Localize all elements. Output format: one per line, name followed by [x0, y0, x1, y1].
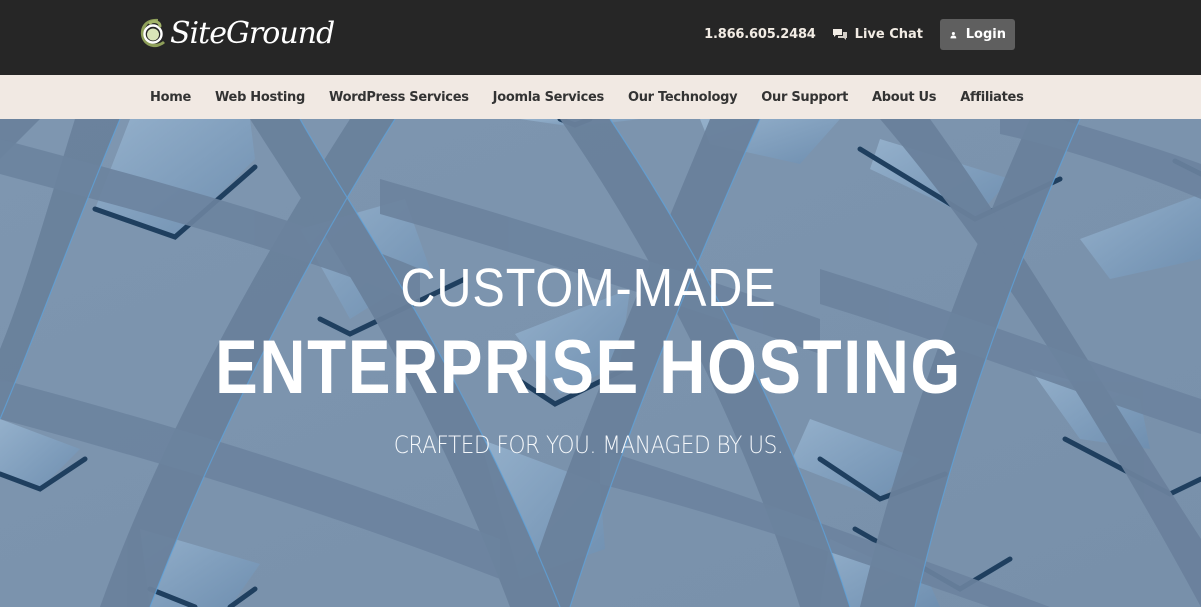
nav-item-about-us[interactable]: About Us: [872, 90, 936, 105]
nav-menu: Home Web Hosting WordPress Services Joom…: [150, 75, 1048, 119]
hero-banner: CUSTOM-MADE ENTERPRISE HOSTING CRAFTED F…: [0, 119, 1201, 607]
siteground-swirl-icon: [140, 18, 165, 48]
brand-name: SiteGround: [170, 16, 335, 51]
nav-item-our-technology[interactable]: Our Technology: [628, 90, 738, 105]
live-chat-link[interactable]: Live Chat: [832, 27, 923, 42]
header-actions: 1.866.605.2484 Live Chat Login: [704, 19, 1015, 50]
nav-item-web-hosting[interactable]: Web Hosting: [215, 90, 305, 105]
live-chat-label: Live Chat: [854, 27, 923, 42]
login-button[interactable]: Login: [940, 19, 1015, 50]
login-label: Login: [965, 27, 1006, 42]
hero-text: CUSTOM-MADE ENTERPRISE HOSTING CRAFTED F…: [0, 119, 1201, 607]
siteground-logo[interactable]: SiteGround: [138, 14, 335, 54]
top-header: SiteGround 1.866.605.2484 Live Chat Logi…: [0, 0, 1201, 75]
hero-heading-line1: CUSTOM-MADE: [400, 258, 777, 318]
user-icon: [950, 31, 957, 38]
nav-item-wordpress-services[interactable]: WordPress Services: [329, 90, 469, 105]
hero-subtitle: CRAFTED FOR YOU. MANAGED BY US.: [393, 431, 784, 459]
nav-item-home[interactable]: Home: [150, 90, 191, 105]
main-navigation: Home Web Hosting WordPress Services Joom…: [0, 75, 1201, 119]
nav-item-our-support[interactable]: Our Support: [761, 90, 848, 105]
phone-number[interactable]: 1.866.605.2484: [704, 27, 816, 42]
hero-heading-line2: ENTERPRISE HOSTING: [215, 325, 962, 410]
chat-bubbles-icon: [832, 28, 847, 40]
nav-item-joomla-services[interactable]: Joomla Services: [493, 90, 605, 105]
nav-item-affiliates[interactable]: Affiliates: [960, 90, 1024, 105]
